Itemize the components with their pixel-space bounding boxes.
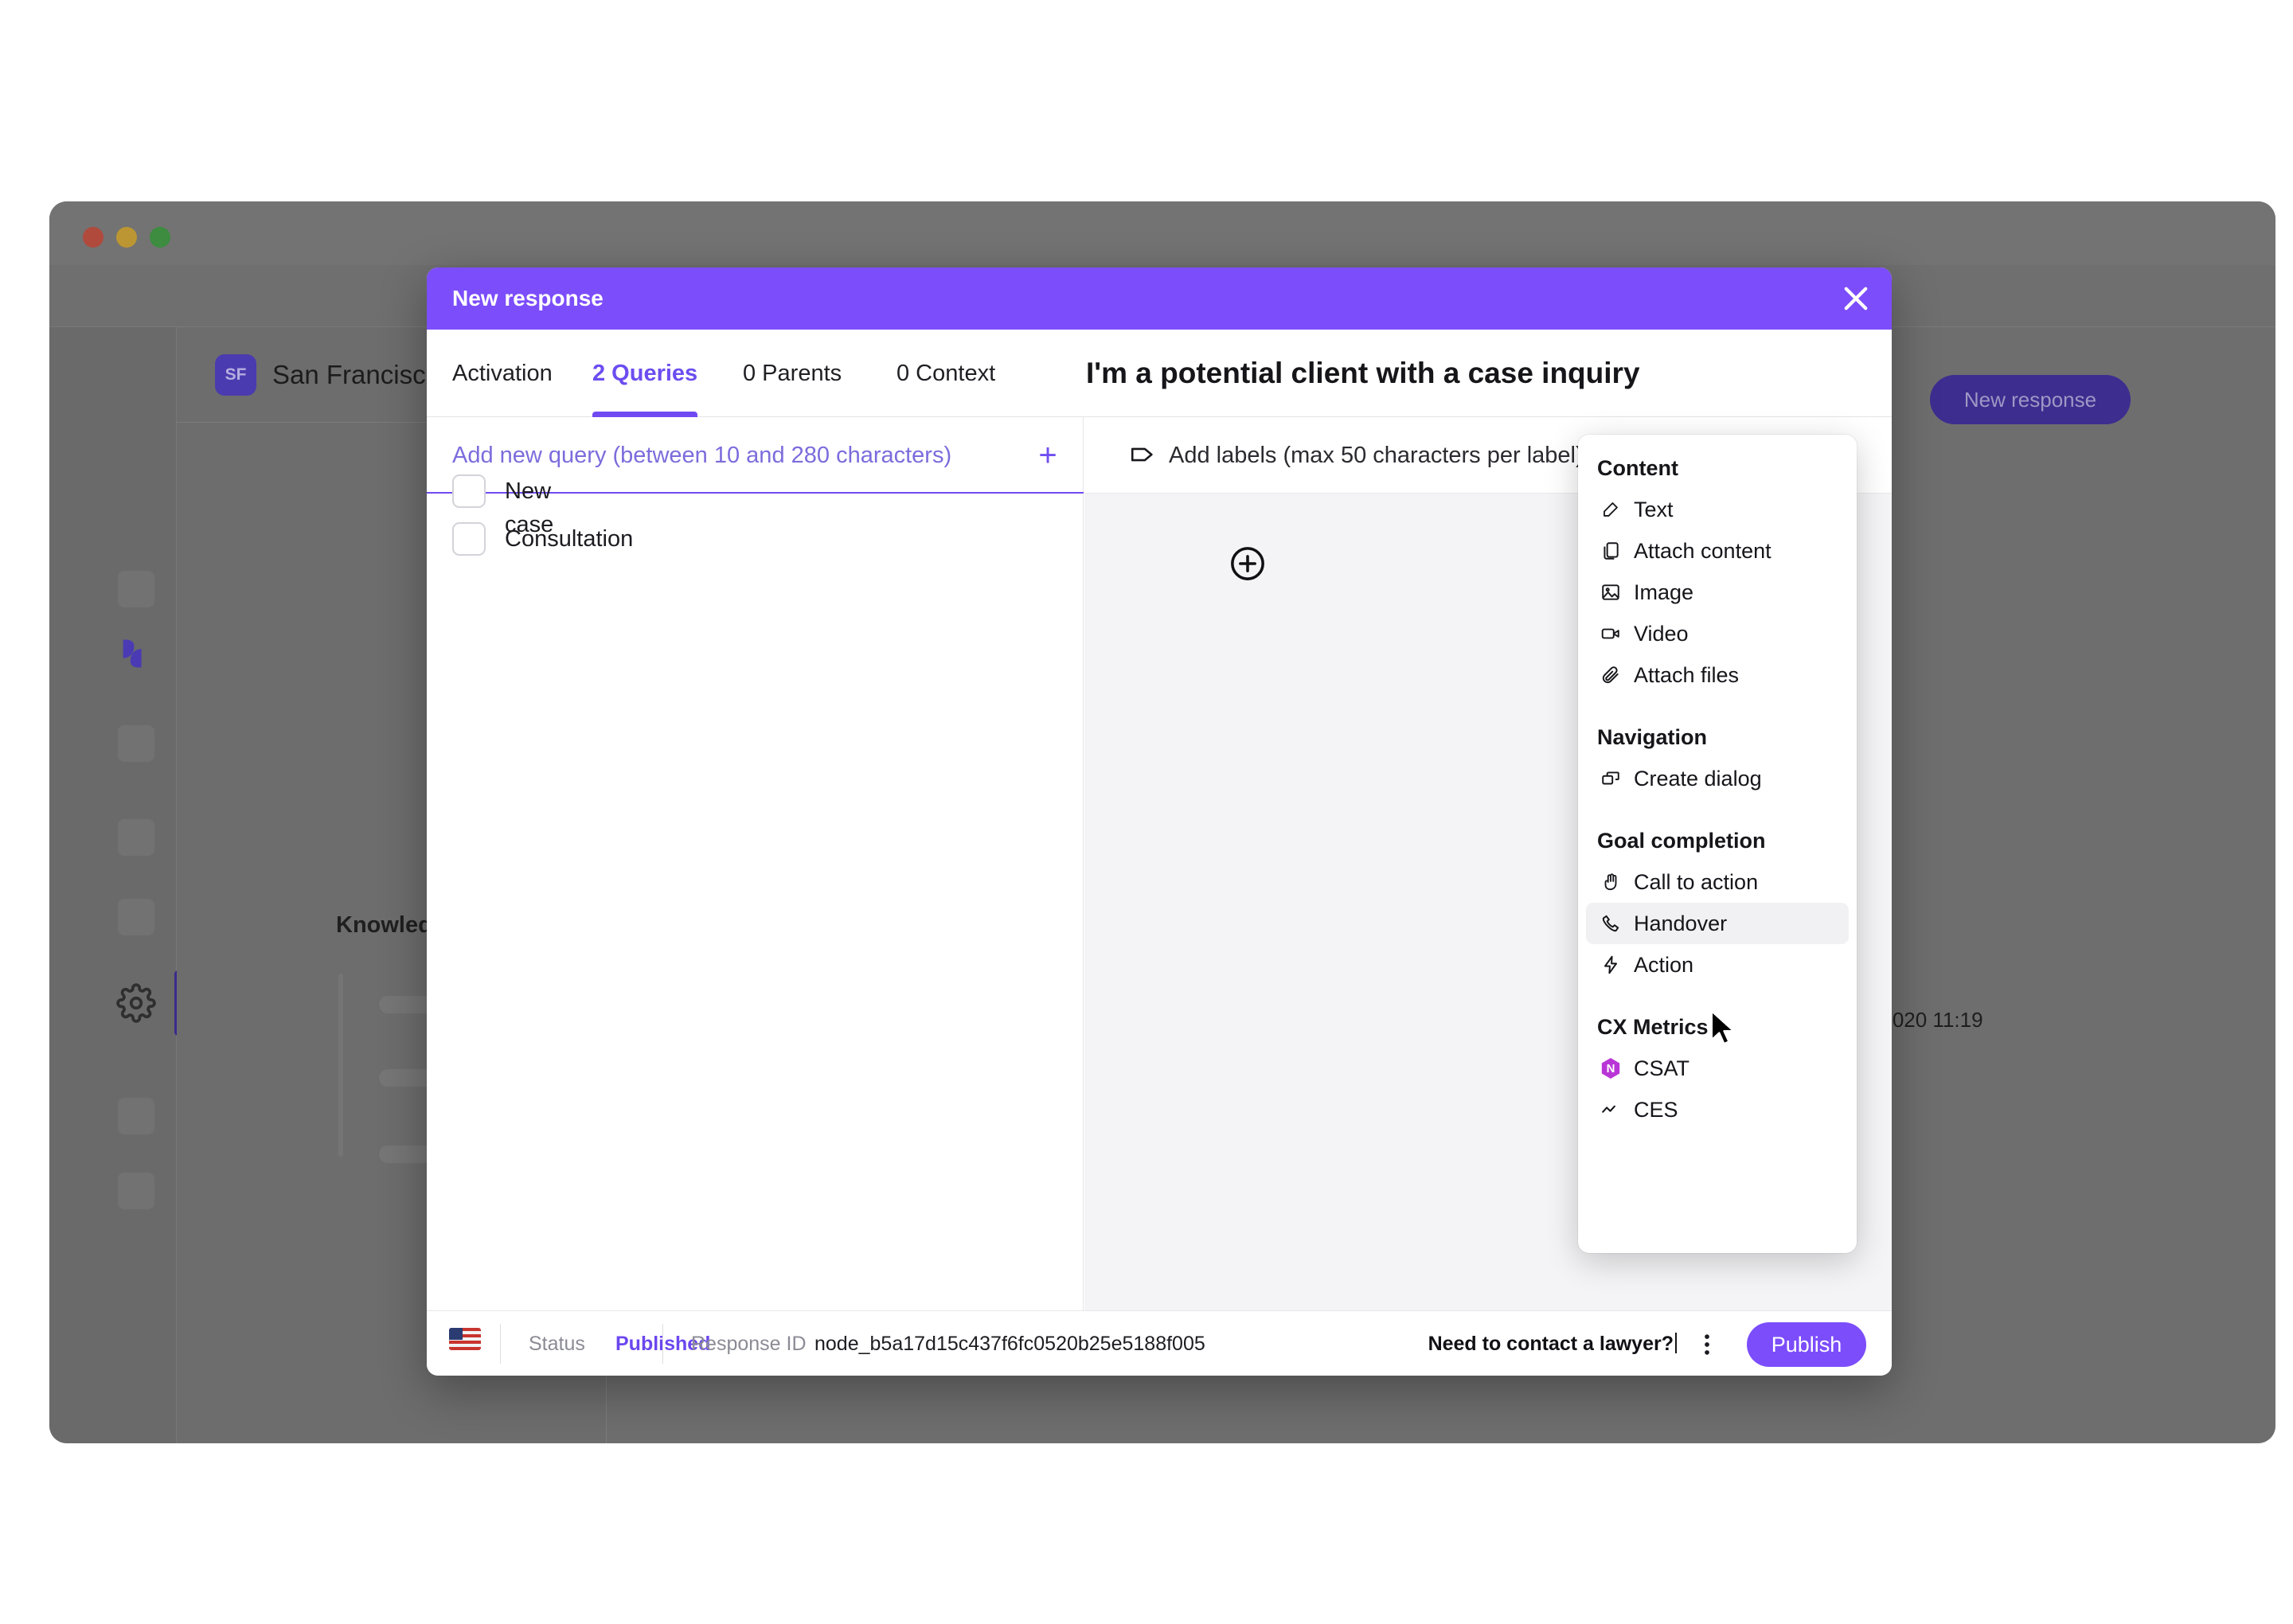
menu-item-label: Attach content	[1634, 538, 1772, 563]
tab-activation[interactable]: Activation	[452, 330, 553, 417]
dropdown-gap	[1578, 696, 1857, 720]
menu-item-video[interactable]: Video	[1586, 613, 1849, 654]
query-checkbox[interactable]	[452, 474, 486, 508]
tab-context[interactable]: 0 Context	[896, 330, 995, 417]
background-new-response-button[interactable]: New response	[1930, 375, 2131, 424]
plus-icon[interactable]: +	[1030, 438, 1065, 473]
gear-icon[interactable]	[116, 983, 156, 1023]
footer-text-value: Need to contact a lawyer?	[1428, 1333, 1674, 1355]
modal-tabstrip: Activation 2 Queries 0 Parents 0 Context…	[427, 330, 1892, 417]
menu-item-label: Handover	[1634, 911, 1728, 935]
dropdown-section-title-navigation: Navigation	[1597, 725, 1708, 749]
tag-icon	[1131, 447, 1153, 462]
modal-footer: Status Published Response ID node_b5a17d…	[427, 1310, 1892, 1376]
menu-item-label: Text	[1634, 497, 1674, 521]
window-minimize-button[interactable]	[116, 227, 137, 248]
bolt-icon	[1597, 951, 1624, 978]
rail-placeholder-6[interactable]	[118, 1173, 154, 1209]
response-title: I'm a potential client with a case inqui…	[1086, 357, 1640, 389]
dialog-icon	[1597, 765, 1624, 792]
menu-item-label: CES	[1634, 1097, 1678, 1122]
modal-title: New response	[452, 286, 604, 310]
menu-item-action[interactable]: Action	[1586, 944, 1849, 986]
menu-item-label: Video	[1634, 621, 1689, 646]
image-icon	[1597, 579, 1624, 606]
rail-placeholder-4[interactable]	[118, 899, 154, 935]
query-label: New case	[505, 478, 554, 537]
window-maximize-button[interactable]	[150, 227, 170, 248]
response-id-label: Response ID	[691, 1333, 807, 1355]
menu-item-call-to-action[interactable]: Call to action	[1586, 861, 1849, 903]
footer-divider	[662, 1324, 663, 1364]
dropdown-section-title-content: Content	[1597, 456, 1678, 480]
menu-item-attach-files[interactable]: Attach files	[1586, 654, 1849, 696]
publish-button[interactable]: Publish	[1747, 1322, 1866, 1367]
rail-placeholder-3[interactable]	[118, 819, 154, 856]
rail-placeholder-5[interactable]	[118, 1098, 154, 1134]
labels-input[interactable]: Add labels (max 50 characters per label)	[1169, 417, 1584, 494]
dropdown-gap	[1578, 799, 1857, 823]
menu-item-image[interactable]: Image	[1586, 572, 1849, 613]
menu-item-create-dialog[interactable]: Create dialog	[1586, 758, 1849, 799]
menu-item-label: CSAT	[1634, 1056, 1690, 1080]
dialpad-logo-icon	[123, 639, 142, 668]
query-checkbox[interactable]	[452, 522, 486, 556]
rail-placeholder-2[interactable]	[118, 725, 154, 762]
menu-item-label: Call to action	[1634, 869, 1759, 894]
footer-text-input[interactable]: Need to contact a lawyer?	[1428, 1311, 1677, 1376]
close-icon[interactable]	[1839, 282, 1873, 315]
rail-placeholder-1[interactable]	[118, 571, 154, 607]
tree-guide-line	[338, 974, 343, 1157]
menu-item-label: Attach files	[1634, 662, 1740, 687]
more-vertical-icon[interactable]	[1696, 1331, 1718, 1358]
dropdown-section-title-goal-completion: Goal completion	[1597, 829, 1766, 853]
tab-active-underline	[592, 412, 698, 417]
response-id-value: node_b5a17d15c437f6fc0520b25e5188f005	[814, 1333, 1205, 1355]
modal-header: New response	[427, 267, 1892, 330]
copy-icon	[1597, 537, 1624, 564]
text-caret	[1675, 1333, 1677, 1353]
status-label: Status	[529, 1333, 585, 1355]
query-label: Consultation	[505, 526, 634, 552]
paperclip-icon	[1597, 662, 1624, 689]
footer-divider	[500, 1324, 501, 1364]
menu-item-label: Image	[1634, 580, 1694, 604]
plus-circle-icon[interactable]	[1228, 544, 1268, 584]
wave-icon	[1597, 1096, 1624, 1123]
menu-item-attach-content[interactable]: Attach content	[1586, 530, 1849, 572]
workspace-initials: SF	[215, 354, 256, 396]
window-close-button[interactable]	[83, 227, 104, 248]
menu-item-ces[interactable]: CES	[1586, 1089, 1849, 1130]
edit-square-icon	[1597, 496, 1624, 523]
video-icon	[1597, 620, 1624, 647]
browser-titlebar	[49, 201, 2275, 265]
icon-rail	[49, 327, 182, 1443]
menu-item-label: Create dialog	[1634, 766, 1762, 791]
menu-item-csat[interactable]: N CSAT	[1586, 1048, 1849, 1089]
menu-item-label: Action	[1634, 952, 1694, 977]
flag-canton	[449, 1328, 463, 1340]
hand-icon	[1597, 869, 1624, 896]
tab-queries[interactable]: 2 Queries	[592, 330, 698, 417]
workspace-name: San Francisco	[272, 360, 440, 389]
us-flag-icon[interactable]	[449, 1328, 481, 1350]
dropdown-gap	[1578, 986, 1857, 1009]
queries-panel: Add new query (between 10 and 280 charac…	[427, 417, 1084, 1310]
tab-queries-label: 2 Queries	[592, 361, 698, 386]
mouse-cursor	[1710, 1010, 1735, 1045]
menu-item-text[interactable]: Text	[1586, 489, 1849, 530]
phone-icon	[1597, 910, 1624, 937]
add-content-dropdown: Content Text Attach content Image Video …	[1578, 435, 1857, 1253]
menu-item-handover[interactable]: Handover	[1586, 903, 1849, 944]
csat-badge-icon: N	[1597, 1055, 1624, 1082]
tab-parents[interactable]: 0 Parents	[743, 330, 842, 417]
